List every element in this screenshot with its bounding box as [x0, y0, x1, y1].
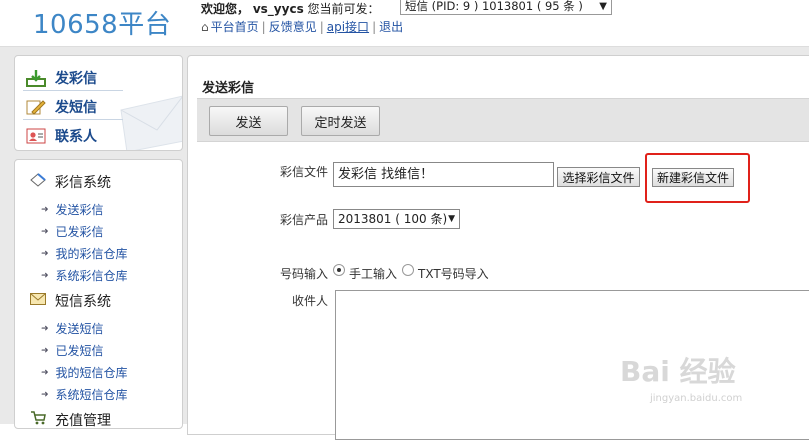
envelope-decoration-icon: [120, 95, 182, 150]
quick-actions-panel: 发彩信 发短信 联系人: [14, 55, 183, 151]
envelope-icon: [29, 293, 47, 309]
menu-group-sms[interactable]: 短信系统: [29, 291, 111, 311]
quick-send-mms-label: 发彩信: [55, 71, 97, 87]
sidebar-item-label: 系统彩信仓库: [55, 269, 128, 283]
product-label: 彩信产品: [280, 213, 329, 227]
nav-divider: |: [261, 20, 266, 34]
nav-divider: |: [319, 20, 324, 34]
number-input-label: 号码输入: [280, 267, 329, 281]
top-header: 10658平台 欢迎您， vs_yycs 您当前可发： 短信 (PID: 9 )…: [0, 0, 809, 46]
home-icon: ⌂: [201, 20, 209, 34]
menu-group-sms-title: 短信系统: [55, 294, 111, 310]
mms-product-select[interactable]: 2013801 ( 100 条) ▼: [333, 209, 460, 229]
mms-file-input[interactable]: 发彩信 找维信！: [333, 162, 554, 187]
chevron-down-icon: ▼: [599, 1, 607, 12]
divider: [23, 119, 123, 120]
arrow-bullet-icon: ➜: [41, 323, 49, 334]
sidebar-item-system-mms-store[interactable]: ➜ 系统彩信仓库: [41, 267, 128, 284]
nav-divider: |: [372, 20, 377, 34]
schedule-send-button[interactable]: 定时发送: [301, 106, 380, 136]
cart-icon: [29, 411, 47, 429]
txt-import-label[interactable]: TXT号码导入: [418, 265, 489, 282]
arrow-bullet-icon: ➜: [41, 389, 49, 400]
manual-input-radio[interactable]: [333, 264, 345, 276]
arrow-bullet-icon: ➜: [41, 248, 49, 259]
contact-card-icon: [25, 126, 47, 146]
sidebar-item-label: 我的短信仓库: [55, 366, 128, 380]
chevron-down-icon: ▼: [448, 214, 455, 224]
sidebar-item-sent-mms[interactable]: ➜ 已发彩信: [41, 223, 104, 240]
sidebar-item-send-mms[interactable]: ➜ 发送彩信: [41, 201, 104, 218]
nav-logout-link[interactable]: 退出: [379, 20, 403, 34]
watermark-url: jingyan.baidu.com: [650, 393, 743, 404]
sidebar-item-send-sms[interactable]: ➜ 发送短信: [41, 320, 104, 337]
welcome-prefix: 欢迎您，: [201, 2, 250, 16]
welcome-text: 欢迎您， vs_yycs 您当前可发：: [201, 0, 380, 17]
menu-group-recharge[interactable]: 充值管理: [29, 410, 111, 430]
nav-api-link[interactable]: api接口: [327, 20, 369, 34]
sidebar-item-label: 发送彩信: [55, 203, 104, 217]
username: vs_yycs: [252, 2, 304, 16]
account-select-value: 短信 (PID: 9 ) 1013801 ( 95 条 ): [405, 0, 583, 13]
new-mms-file-button[interactable]: 新建彩信文件: [652, 168, 734, 187]
txt-import-radio[interactable]: [402, 264, 414, 276]
quick-send-mms[interactable]: 发彩信: [25, 67, 97, 89]
site-logo[interactable]: 10658平台: [33, 4, 171, 41]
file-label: 彩信文件: [280, 165, 329, 179]
quick-contacts[interactable]: 联系人: [25, 125, 97, 147]
account-select[interactable]: 短信 (PID: 9 ) 1013801 ( 95 条 ) ▼: [400, 0, 612, 15]
page-title: 发送彩信: [202, 81, 255, 96]
arrow-bullet-icon: ➜: [41, 204, 49, 215]
quick-send-sms-label: 发短信: [55, 100, 97, 116]
sidebar-item-sent-sms[interactable]: ➜ 已发短信: [41, 342, 104, 359]
divider: [23, 90, 123, 91]
nav-feedback-link[interactable]: 反馈意见: [269, 20, 317, 34]
watermark-logo: Bai 经验: [620, 355, 736, 388]
arrow-bullet-icon: ➜: [41, 367, 49, 378]
sidebar-item-my-sms-store[interactable]: ➜ 我的短信仓库: [41, 364, 128, 381]
quick-contacts-label: 联系人: [55, 129, 97, 145]
menu-group-mms-title: 彩信系统: [55, 175, 111, 191]
arrow-bullet-icon: ➜: [41, 226, 49, 237]
arrow-bullet-icon: ➜: [41, 345, 49, 356]
pencil-icon: [25, 97, 47, 117]
recipient-label: 收件人: [292, 294, 329, 308]
sidebar-item-label: 我的彩信仓库: [55, 247, 128, 261]
send-button[interactable]: 发送: [209, 106, 288, 136]
welcome-suffix: 您当前可发：: [307, 2, 380, 16]
toolbar: 发送 定时发送: [197, 98, 809, 142]
menu-group-recharge-title: 充值管理: [55, 413, 111, 429]
menu-group-mms[interactable]: 彩信系统: [29, 172, 111, 192]
mms-diamond-icon: [29, 173, 47, 191]
sidebar-item-my-mms-store[interactable]: ➜ 我的彩信仓库: [41, 245, 128, 262]
product-select-value: 2013801 ( 100 条): [338, 212, 448, 226]
sidebar-menu: 彩信系统 ➜ 发送彩信 ➜ 已发彩信 ➜ 我的彩信仓库 ➜ 系统彩信仓库 短信系统 ➜ 发…: [14, 159, 183, 429]
sidebar-item-system-sms-store[interactable]: ➜ 系统短信仓库: [41, 386, 128, 403]
choose-mms-file-button[interactable]: 选择彩信文件: [557, 167, 640, 187]
quick-send-sms[interactable]: 发短信: [25, 96, 97, 118]
nav-home-link[interactable]: 平台首页: [211, 20, 259, 34]
manual-input-label[interactable]: 手工输入: [349, 265, 397, 282]
sidebar-item-label: 发送短信: [55, 322, 104, 336]
sidebar-item-label: 已发短信: [55, 344, 104, 358]
sidebar-item-label: 已发彩信: [55, 225, 104, 239]
arrow-bullet-icon: ➜: [41, 270, 49, 281]
sidebar-item-label: 系统短信仓库: [55, 388, 128, 402]
recipient-textarea[interactable]: [335, 290, 809, 440]
download-icon: [25, 68, 47, 88]
top-nav: ⌂ 平台首页 | 反馈意见 | api接口 | 退出: [201, 18, 403, 35]
